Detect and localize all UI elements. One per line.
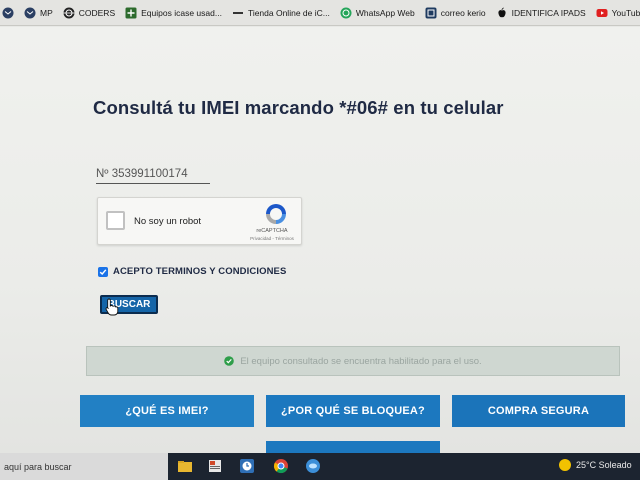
bookmark-mp[interactable]: MP — [24, 7, 53, 19]
taskbar-search[interactable]: aquí para buscar — [0, 453, 168, 480]
page-title: Consultá tu IMEI marcando *#06# en tu ce… — [93, 97, 504, 118]
weather-widget[interactable]: 25°C Soleado — [559, 459, 632, 471]
bookmark-tienda[interactable]: Tienda Online de iC... — [232, 7, 330, 19]
bookmark-youtube[interactable]: YouTube — [596, 7, 640, 19]
check-circle-icon — [224, 356, 235, 366]
terms-checkbox-row[interactable]: ACEPTO TERMINOS Y CONDICIONES — [98, 266, 286, 277]
apple-icon — [496, 7, 508, 19]
sun-icon — [559, 459, 571, 471]
envelope-icon — [2, 7, 14, 19]
recaptcha-label: No soy un robot — [134, 216, 202, 227]
recaptcha-checkbox[interactable] — [106, 211, 125, 230]
por-que-se-bloquea-button[interactable]: ¿POR QUÉ SE BLOQUEA? — [266, 395, 440, 427]
bookmark-label: YouTube — [611, 7, 640, 18]
bookmark-correo[interactable]: correo kerio — [425, 7, 486, 19]
globe-icon — [63, 7, 75, 19]
weather-text: 25°C Soleado — [576, 460, 632, 470]
recaptcha-brand: reCAPTCHA — [256, 228, 288, 234]
recaptcha-links[interactable]: Privacidad - Términos — [242, 236, 302, 241]
bookmark-label: Tienda Online de iC... — [247, 7, 330, 18]
compra-segura-button[interactable]: COMPRA SEGURA — [452, 395, 625, 427]
recaptcha-widget: No soy un robot reCAPTCHA Privacidad - T… — [97, 197, 302, 245]
bookmark-mail[interactable] — [2, 7, 14, 19]
whatsapp-icon — [340, 7, 352, 19]
taskbar-edge-icon[interactable] — [304, 457, 322, 475]
plus-icon — [125, 7, 137, 19]
imei-input[interactable] — [96, 165, 210, 184]
bookmark-coders[interactable]: CODERS — [63, 7, 115, 19]
bookmark-label: IDENTIFICA IPADS — [511, 7, 586, 18]
taskbar-chrome-icon[interactable] — [272, 457, 290, 475]
dash-icon — [232, 7, 244, 19]
taskbar: aquí para buscar 25°C Soleado — [0, 453, 640, 480]
bookmark-label: WhatsApp Web — [355, 7, 415, 18]
bookmark-equipos[interactable]: Equipos icase usad... — [125, 7, 222, 19]
taskbar-explorer-icon[interactable] — [176, 457, 194, 475]
recaptcha-logo-icon — [266, 204, 286, 224]
bookmark-label: MP — [40, 7, 53, 18]
taskbar-office-icon[interactable] — [206, 457, 224, 475]
bookmark-whatsapp[interactable]: WhatsApp Web — [340, 7, 415, 19]
checkmark-icon — [99, 268, 107, 275]
youtube-icon — [596, 7, 608, 19]
hand-cursor-icon — [105, 298, 119, 316]
terms-label: ACEPTO TERMINOS Y CONDICIONES — [113, 266, 287, 277]
mail-square-icon — [425, 7, 437, 19]
que-es-imei-button[interactable]: ¿QUÉ ES IMEI? — [80, 395, 254, 427]
bookmark-label: Equipos icase usad... — [141, 7, 222, 18]
taskbar-search-text: aquí para buscar — [4, 461, 72, 472]
bookmark-label: correo kerio — [440, 7, 486, 18]
terms-checkbox[interactable] — [98, 266, 108, 277]
bookmark-label: CODERS — [78, 7, 116, 18]
status-message: El equipo consultado se encuentra habili… — [86, 346, 620, 376]
status-text: El equipo consultado se encuentra habili… — [240, 355, 482, 367]
taskbar-clock-app-icon[interactable] — [238, 457, 256, 475]
bookmarks-bar: MP CODERS Equipos icase usad... Tienda O… — [0, 0, 640, 26]
bookmark-identifica[interactable]: IDENTIFICA IPADS — [496, 7, 586, 19]
page-content: Consultá tu IMEI marcando *#06# en tu ce… — [0, 27, 640, 455]
envelope-icon — [24, 7, 36, 19]
